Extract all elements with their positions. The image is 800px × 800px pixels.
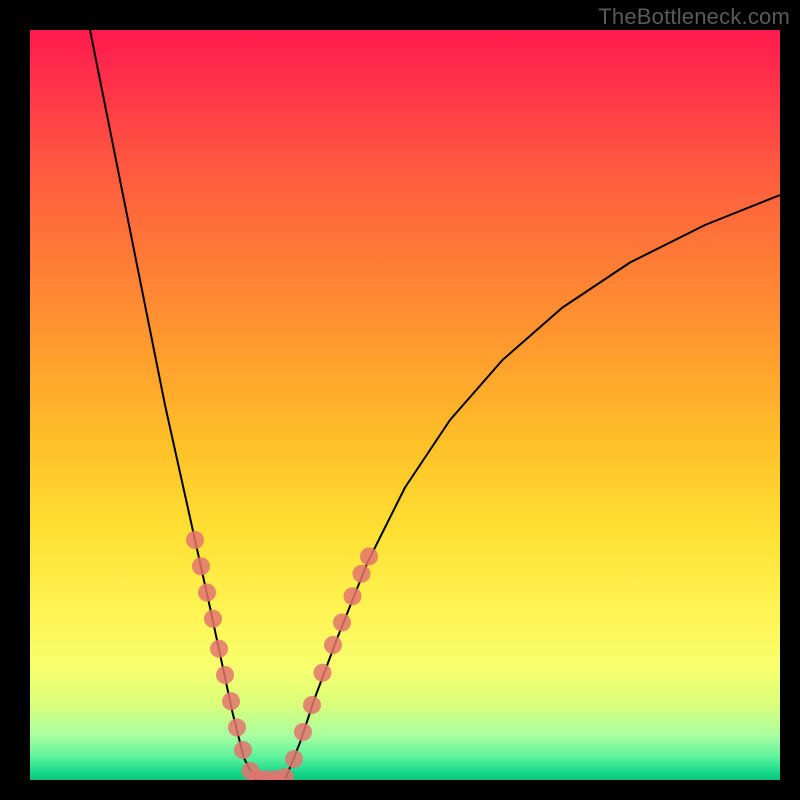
marker-group (186, 531, 378, 780)
marker-dot (285, 750, 303, 768)
series-right-branch (285, 195, 780, 780)
marker-dot (222, 692, 240, 710)
marker-dot (324, 636, 342, 654)
marker-dot (344, 587, 362, 605)
series-left-branch (90, 30, 255, 780)
curve-layer (30, 30, 780, 780)
outer-frame: TheBottleneck.com (0, 0, 800, 800)
marker-dot (228, 719, 246, 737)
marker-dot (276, 768, 294, 780)
plot-area (30, 30, 780, 780)
marker-dot (210, 640, 228, 658)
marker-dot (303, 696, 321, 714)
marker-dot (216, 666, 234, 684)
marker-dot (360, 548, 378, 566)
series-group (90, 30, 780, 780)
marker-dot (314, 664, 332, 682)
marker-dot (204, 610, 222, 628)
marker-dot (353, 565, 371, 583)
marker-dot (234, 741, 252, 759)
marker-dot (192, 557, 210, 575)
watermark-text: TheBottleneck.com (598, 4, 790, 30)
marker-dot (333, 614, 351, 632)
marker-dot (294, 723, 312, 741)
marker-dot (186, 531, 204, 549)
marker-dot (198, 584, 216, 602)
